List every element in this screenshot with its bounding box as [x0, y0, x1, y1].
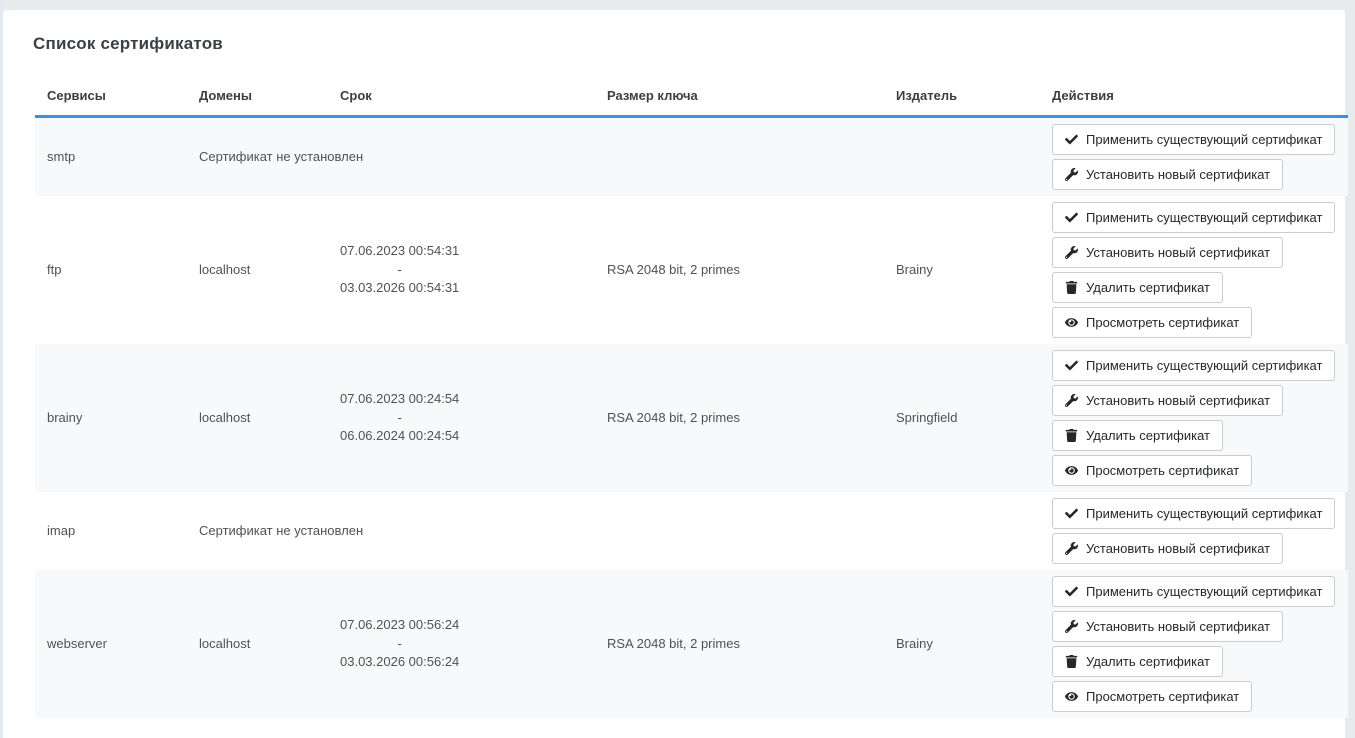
wrench-icon	[1065, 168, 1078, 181]
validity-period: 07.06.2023 00:54:31 - 03.03.2026 00:54:3…	[340, 242, 459, 299]
column-header-services: Сервисы	[35, 64, 187, 117]
wrench-icon	[1065, 394, 1078, 407]
delete-certificate-button[interactable]: Удалить сертификат	[1052, 646, 1223, 677]
valid-to-date: 03.03.2026 00:56:24	[340, 653, 459, 672]
wrench-icon	[1065, 542, 1078, 555]
view-certificate-button[interactable]: Просмотреть сертификат	[1052, 307, 1252, 338]
table-row: ftp localhost 07.06.2023 00:54:31 - 03.0…	[35, 196, 1348, 344]
page-title: Список сертификатов	[33, 34, 1345, 54]
key-size-cell: RSA 2048 bit, 2 primes	[595, 570, 884, 718]
date-separator: -	[340, 261, 459, 280]
table-row: imap Сертификат не установлен Применить …	[35, 492, 1348, 570]
term-cell: 07.06.2023 00:56:24 - 03.03.2026 00:56:2…	[328, 570, 595, 718]
actions-button-group: Применить существующий сертификат Устано…	[1052, 202, 1336, 338]
service-cell: imap	[35, 492, 187, 570]
valid-to-date: 06.06.2024 00:24:54	[340, 427, 459, 446]
service-cell: webserver	[35, 570, 187, 718]
apply-existing-certificate-button[interactable]: Применить существующий сертификат	[1052, 350, 1335, 381]
column-header-term: Срок	[328, 64, 595, 117]
validity-period: 07.06.2023 00:56:24 - 03.03.2026 00:56:2…	[340, 616, 459, 673]
check-icon	[1065, 585, 1078, 598]
valid-from-date: 07.06.2023 00:24:54	[340, 390, 459, 409]
table-row: brainy localhost 07.06.2023 00:24:54 - 0…	[35, 344, 1348, 492]
actions-cell: Применить существующий сертификат Устано…	[1040, 196, 1348, 344]
term-cell: 07.06.2023 00:54:31 - 03.03.2026 00:54:3…	[328, 196, 595, 344]
apply-existing-certificate-button[interactable]: Применить существующий сертификат	[1052, 202, 1335, 233]
install-new-certificate-button[interactable]: Установить новый сертификат	[1052, 533, 1283, 564]
column-header-domains: Домены	[187, 64, 328, 117]
check-icon	[1065, 133, 1078, 146]
service-cell: ftp	[35, 196, 187, 344]
eye-icon	[1065, 464, 1078, 477]
apply-existing-certificate-button[interactable]: Применить существующий сертификат	[1052, 498, 1335, 529]
install-new-certificate-button[interactable]: Установить новый сертификат	[1052, 611, 1283, 642]
key-size-cell: RSA 2048 bit, 2 primes	[595, 196, 884, 344]
actions-button-group: Применить существующий сертификат Устано…	[1052, 124, 1336, 190]
apply-existing-certificate-button[interactable]: Применить существующий сертификат	[1052, 124, 1335, 155]
eye-icon	[1065, 690, 1078, 703]
trash-icon	[1065, 429, 1078, 442]
certificates-table: Сервисы Домены Срок Размер ключа Издател…	[35, 64, 1348, 718]
certificate-not-installed-label: Сертификат не установлен	[187, 492, 1040, 570]
domain-cell: localhost	[187, 344, 328, 492]
date-separator: -	[340, 635, 459, 654]
actions-cell: Применить существующий сертификат Устано…	[1040, 117, 1348, 197]
check-icon	[1065, 359, 1078, 372]
check-icon	[1065, 211, 1078, 224]
column-header-actions: Действия	[1040, 64, 1348, 117]
issuer-cell: Brainy	[884, 196, 1040, 344]
date-separator: -	[340, 409, 459, 428]
issuer-cell: Brainy	[884, 570, 1040, 718]
view-certificate-button[interactable]: Просмотреть сертификат	[1052, 681, 1252, 712]
valid-to-date: 03.03.2026 00:54:31	[340, 279, 459, 298]
certificates-table-body: smtp Сертификат не установлен Применить …	[35, 117, 1348, 719]
table-header-row: Сервисы Домены Срок Размер ключа Издател…	[35, 64, 1348, 117]
column-header-key-size: Размер ключа	[595, 64, 884, 117]
issuer-cell: Springfield	[884, 344, 1040, 492]
table-row: webserver localhost 07.06.2023 00:56:24 …	[35, 570, 1348, 718]
domain-cell: localhost	[187, 570, 328, 718]
wrench-icon	[1065, 620, 1078, 633]
service-cell: smtp	[35, 117, 187, 197]
install-new-certificate-button[interactable]: Установить новый сертификат	[1052, 159, 1283, 190]
valid-from-date: 07.06.2023 00:56:24	[340, 616, 459, 635]
actions-cell: Применить существующий сертификат Устано…	[1040, 570, 1348, 718]
certificates-panel: Список сертификатов Сервисы Домены Срок …	[3, 10, 1345, 738]
table-row: smtp Сертификат не установлен Применить …	[35, 117, 1348, 197]
wrench-icon	[1065, 246, 1078, 259]
domain-cell: localhost	[187, 196, 328, 344]
eye-icon	[1065, 316, 1078, 329]
actions-button-group: Применить существующий сертификат Устано…	[1052, 576, 1336, 712]
trash-icon	[1065, 281, 1078, 294]
view-certificate-button[interactable]: Просмотреть сертификат	[1052, 455, 1252, 486]
apply-existing-certificate-button[interactable]: Применить существующий сертификат	[1052, 576, 1335, 607]
delete-certificate-button[interactable]: Удалить сертификат	[1052, 272, 1223, 303]
actions-cell: Применить существующий сертификат Устано…	[1040, 492, 1348, 570]
check-icon	[1065, 507, 1078, 520]
actions-button-group: Применить существующий сертификат Устано…	[1052, 498, 1336, 564]
term-cell: 07.06.2023 00:24:54 - 06.06.2024 00:24:5…	[328, 344, 595, 492]
column-header-issuer: Издатель	[884, 64, 1040, 117]
service-cell: brainy	[35, 344, 187, 492]
install-new-certificate-button[interactable]: Установить новый сертификат	[1052, 237, 1283, 268]
install-new-certificate-button[interactable]: Установить новый сертификат	[1052, 385, 1283, 416]
actions-button-group: Применить существующий сертификат Устано…	[1052, 350, 1336, 486]
actions-cell: Применить существующий сертификат Устано…	[1040, 344, 1348, 492]
valid-from-date: 07.06.2023 00:54:31	[340, 242, 459, 261]
key-size-cell: RSA 2048 bit, 2 primes	[595, 344, 884, 492]
certificate-not-installed-label: Сертификат не установлен	[187, 117, 1040, 197]
delete-certificate-button[interactable]: Удалить сертификат	[1052, 420, 1223, 451]
validity-period: 07.06.2023 00:24:54 - 06.06.2024 00:24:5…	[340, 390, 459, 447]
trash-icon	[1065, 655, 1078, 668]
